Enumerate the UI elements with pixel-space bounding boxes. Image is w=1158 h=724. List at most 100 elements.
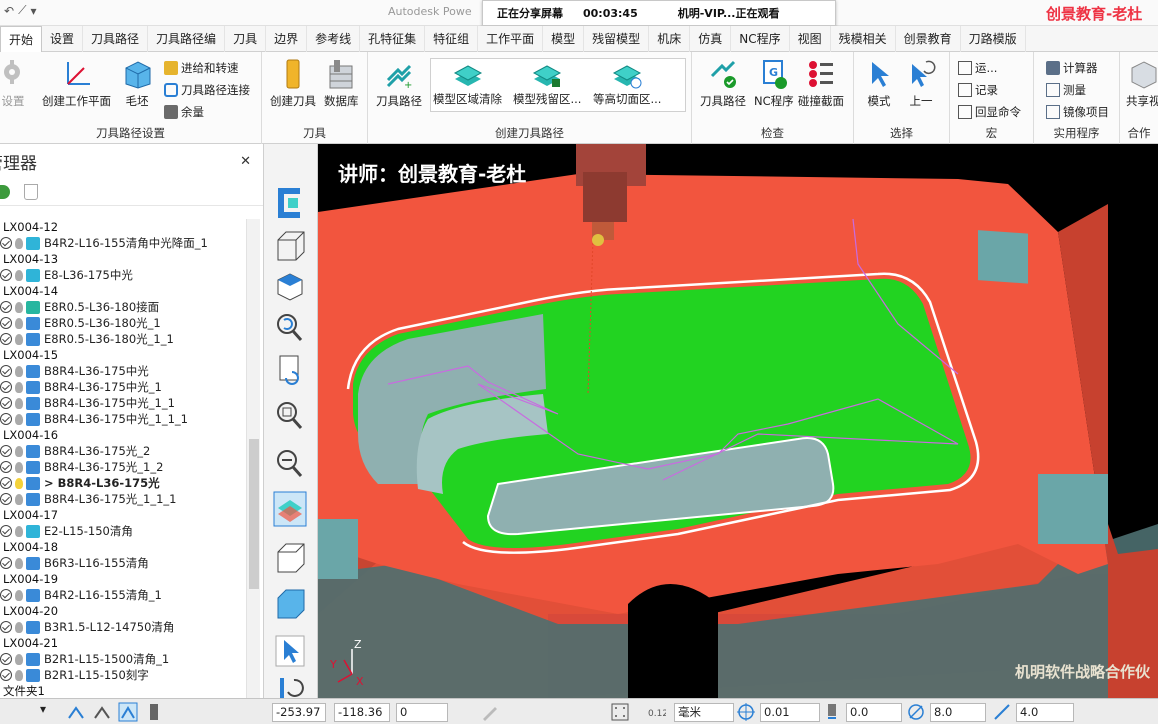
units-field[interactable]: 毫米 xyxy=(674,703,734,722)
toolpath-item[interactable]: B8R4-L36-175光_1_2 xyxy=(0,459,246,475)
visibility-bulb-icon[interactable] xyxy=(15,493,23,505)
record-macro-button[interactable]: 记录 xyxy=(958,82,998,98)
toolpath-folder[interactable]: LX004-16 xyxy=(0,427,246,443)
toolpath-connections-button[interactable]: 刀具路径连接 xyxy=(164,82,250,98)
tab-12[interactable]: 机床 xyxy=(649,26,691,52)
tool-diameter-field[interactable]: 8.0 xyxy=(930,703,986,722)
tab-8[interactable]: 特征组 xyxy=(425,26,479,52)
tab-6[interactable]: 参考线 xyxy=(307,26,361,52)
tab-17[interactable]: 创景教育 xyxy=(896,26,961,52)
zoom-extents-icon[interactable] xyxy=(272,396,308,434)
visibility-bulb-icon[interactable] xyxy=(15,653,23,665)
run-macro-button[interactable]: 运... xyxy=(958,60,997,76)
grid-icon[interactable] xyxy=(610,702,630,722)
visibility-bulb-icon[interactable] xyxy=(15,381,23,393)
toolpath-item[interactable]: E2-L15-150清角 xyxy=(0,523,246,539)
iso-view-icon[interactable] xyxy=(272,268,308,306)
graphics-viewport[interactable]: Z X Y 讲师：创景教育-老杜 机明软件战略合作伙 xyxy=(318,144,1158,698)
explorer-scrollbar[interactable] xyxy=(246,219,260,699)
toolpath-button[interactable]: + 刀具路径 xyxy=(376,58,422,109)
echo-commands-button[interactable]: 回显命令 xyxy=(958,104,1021,120)
tab-13[interactable]: 仿真 xyxy=(690,26,732,52)
thickness-icon[interactable] xyxy=(822,702,842,722)
refresh-icon[interactable] xyxy=(0,184,10,199)
dropdown-icon[interactable]: ▾ xyxy=(30,4,36,18)
toolpath-item[interactable]: B2R1-L15-1500清角_1 xyxy=(0,651,246,667)
toolpath-item[interactable]: > B8R4-L36-175光 xyxy=(0,475,246,491)
view-bracket-icon[interactable] xyxy=(272,184,308,222)
toolpath-folder[interactable]: LX004-19 xyxy=(0,571,246,587)
visibility-bulb-icon[interactable] xyxy=(15,317,23,329)
toolpath-item[interactable]: B2R1-L15-150刻字 xyxy=(0,667,246,683)
visibility-bulb-icon[interactable] xyxy=(15,269,23,281)
diameter-icon[interactable] xyxy=(906,702,926,722)
tab-11[interactable]: 残留模型 xyxy=(584,26,650,52)
tab-0[interactable]: 开始 xyxy=(0,26,43,53)
toolpath-item[interactable]: B4R2-L16-155清角_1 xyxy=(0,587,246,603)
toolpath-item[interactable]: B8R4-L36-175光_2 xyxy=(0,443,246,459)
chart-icon[interactable]: ⟋ xyxy=(18,3,26,18)
model-rest-area-button[interactable]: 模型残留区... xyxy=(513,63,581,107)
tab-9[interactable]: 工作平面 xyxy=(478,26,544,52)
stepover-field[interactable]: 4.0 xyxy=(1016,703,1074,722)
constant-z-button[interactable]: 等高切面区... xyxy=(593,63,661,107)
toolpath-item[interactable]: B8R4-L36-175中光_1_1_1 xyxy=(0,411,246,427)
nc-program-button[interactable]: G NC程序 xyxy=(754,58,794,109)
database-button[interactable]: 数据库 xyxy=(324,58,359,109)
visibility-bulb-icon[interactable] xyxy=(15,461,23,473)
visibility-bulb-icon[interactable] xyxy=(15,477,23,489)
tab-3[interactable]: 刀具路径编 xyxy=(148,26,226,52)
tolerance-field[interactable]: 0.01 xyxy=(760,703,820,722)
visibility-bulb-icon[interactable] xyxy=(15,237,23,249)
toolpath-item[interactable]: B8R4-L36-175中光_1 xyxy=(0,379,246,395)
create-tool-button[interactable]: 创建刀具 xyxy=(270,58,316,109)
zoom-out-icon[interactable] xyxy=(272,444,308,482)
toolpath-folder[interactable]: LX004-15 xyxy=(0,347,246,363)
model-area-clearance-button[interactable]: 模型区域清除 xyxy=(433,63,502,107)
x-coordinate-field[interactable]: -253.97 xyxy=(272,703,326,722)
create-workplane-button[interactable]: 创建工作平面 xyxy=(42,58,111,109)
tab-14[interactable]: NC程序 xyxy=(731,26,790,52)
toolpath-item[interactable]: E8R0.5-L36-180接面 xyxy=(0,299,246,315)
tab-5[interactable]: 边界 xyxy=(266,26,308,52)
mirror-item-button[interactable]: 镜像项目 xyxy=(1046,104,1109,120)
toolpath-item[interactable]: B8R4-L36-175中光_1_1 xyxy=(0,395,246,411)
toolpath-item[interactable]: B3R1.5-L12-14750清角 xyxy=(0,619,246,635)
tab-16[interactable]: 残模相关 xyxy=(831,26,896,52)
toolpath-item[interactable]: B4R2-L16-155清角中光降面_1 xyxy=(0,235,246,251)
select-pointer-icon[interactable] xyxy=(272,632,308,670)
toolpath-item[interactable]: B8R4-L36-175光_1_1_1 xyxy=(0,491,246,507)
allowance-button[interactable]: 余量 xyxy=(164,104,204,120)
y-coordinate-field[interactable]: -118.36 xyxy=(334,703,390,722)
refresh-view-icon[interactable] xyxy=(272,352,308,390)
visibility-bulb-icon[interactable] xyxy=(15,621,23,633)
toolpath-folder[interactable]: 文件夹1 xyxy=(0,683,246,699)
feeds-speeds-button[interactable]: 进给和转速 xyxy=(164,60,239,76)
toolpath-folder[interactable]: LX004-13 xyxy=(0,251,246,267)
thickness-field[interactable]: 0.0 xyxy=(846,703,902,722)
tab-18[interactable]: 刀路模版 xyxy=(961,26,1026,52)
tab-10[interactable]: 模型 xyxy=(543,26,585,52)
toolpath-item[interactable]: E8R0.5-L36-180光_1 xyxy=(0,315,246,331)
visibility-bulb-icon[interactable] xyxy=(15,397,23,409)
zoom-rotate-icon[interactable] xyxy=(272,308,308,346)
undo-icon[interactable]: ↶ xyxy=(4,4,14,18)
visibility-bulb-icon[interactable] xyxy=(15,333,23,345)
toolpath-folder[interactable]: LX004-20 xyxy=(0,603,246,619)
wireframe-cube-icon[interactable] xyxy=(272,228,308,266)
toolpath-folder[interactable]: LX004-12 xyxy=(0,219,246,235)
scroll-thumb[interactable] xyxy=(249,439,259,589)
tab-7[interactable]: 孔特征集 xyxy=(360,26,426,52)
tolerance-icon[interactable] xyxy=(736,702,756,722)
trash-icon[interactable] xyxy=(24,183,38,200)
block-button[interactable]: 毛坯 xyxy=(122,58,152,109)
units-icon[interactable]: 0.12 xyxy=(646,702,666,722)
toolpath-item[interactable]: B6R3-L16-155清角 xyxy=(0,555,246,571)
measure-button[interactable]: 测量 xyxy=(1046,82,1086,98)
toolpath-folder[interactable]: LX004-14 xyxy=(0,283,246,299)
pencil-icon[interactable] xyxy=(480,702,500,722)
visibility-bulb-icon[interactable] xyxy=(15,301,23,313)
toolpath-check-button[interactable]: 刀具路径 xyxy=(700,58,746,109)
model-view[interactable]: Z X Y xyxy=(318,144,1158,698)
visibility-bulb-icon[interactable] xyxy=(15,557,23,569)
